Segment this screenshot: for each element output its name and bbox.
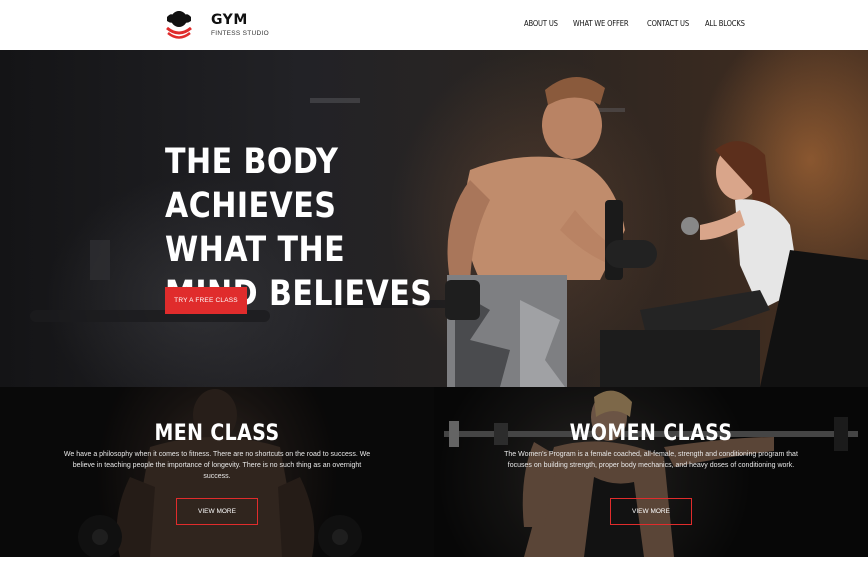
men-class-description: We have a philosophy when it comes to fi… xyxy=(63,451,371,480)
women-class-card: WOMEN CLASS The Women's Program is a fem… xyxy=(434,387,868,557)
hero-section: THE BODY ACHIEVES WHAT THE MIND BELIEVES… xyxy=(0,50,868,387)
women-class-title: WOMEN CLASS xyxy=(569,421,733,446)
site-header: GYM FINTESS STUDIO ABOUT US WHAT WE OFFE… xyxy=(0,0,868,50)
brand-tagline: FINTESS STUDIO xyxy=(211,30,270,37)
nav-what-we-offer[interactable]: WHAT WE OFFER xyxy=(573,19,629,28)
page-bottom-strip xyxy=(0,557,868,580)
nav-contact-us[interactable]: CONTACT US xyxy=(647,19,689,28)
try-free-class-button[interactable]: TRY A FREE CLASS xyxy=(165,287,247,314)
men-class-view-more-button[interactable]: VIEW MORE xyxy=(176,498,258,525)
gym-logo-icon[interactable] xyxy=(163,8,195,42)
women-class-description: The Women's Program is a female coached,… xyxy=(504,451,798,469)
women-class-view-more-button[interactable]: VIEW MORE xyxy=(610,498,692,525)
nav-all-blocks[interactable]: ALL BLOCKS xyxy=(705,19,745,28)
classes-section: MEN CLASS We have a philosophy when it c… xyxy=(0,387,868,557)
men-class-title: MEN CLASS xyxy=(154,421,280,446)
brand-name: GYM xyxy=(211,12,248,28)
men-class-card: MEN CLASS We have a philosophy when it c… xyxy=(0,387,434,557)
main-nav: ABOUT US WHAT WE OFFER CONTACT US ALL BL… xyxy=(524,19,752,28)
nav-about-us[interactable]: ABOUT US xyxy=(524,19,558,28)
brand[interactable]: GYM FINTESS STUDIO xyxy=(211,12,269,37)
women-class-overlay xyxy=(434,387,868,557)
